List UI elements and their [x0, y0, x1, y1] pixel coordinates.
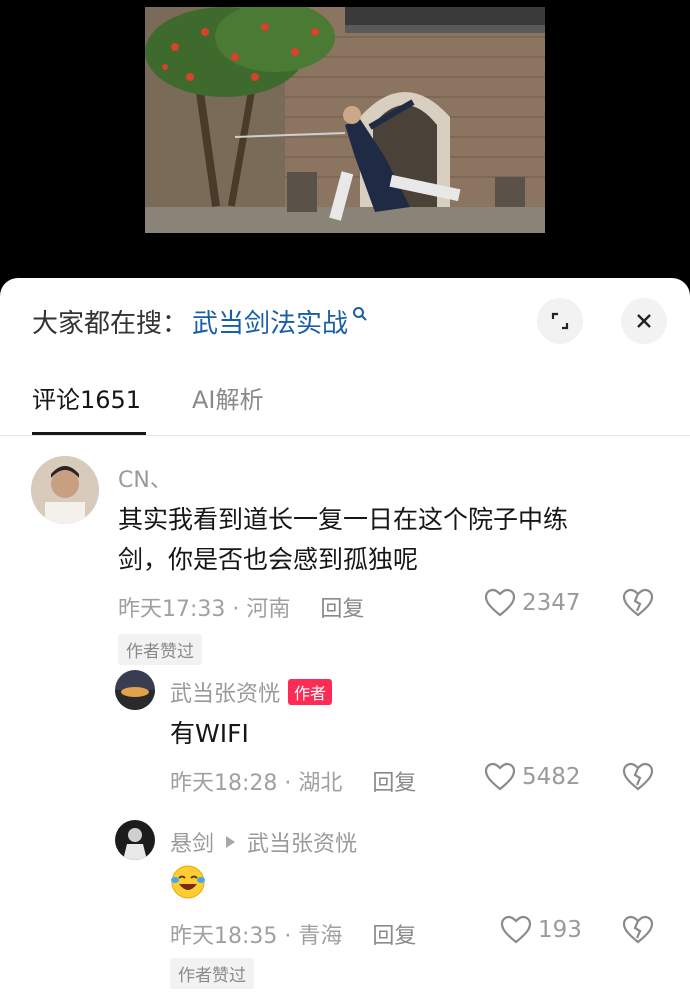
avatar-image: [115, 670, 155, 710]
like-button[interactable]: 2347: [484, 588, 581, 618]
expand-icon: [551, 312, 569, 330]
like-count: 193: [538, 917, 582, 943]
comment-tabs: 评论1651 AI解析: [0, 374, 690, 436]
avatar-image: [115, 820, 155, 860]
reply-arrow-icon: [226, 836, 236, 848]
broken-heart-icon: [622, 588, 654, 617]
comment-text-line: 剑，你是否也会感到孤独呢: [118, 545, 419, 574]
dislike-button[interactable]: [622, 915, 654, 949]
laughing-crying-emoji-icon: [171, 865, 205, 899]
comment-username[interactable]: 悬剑: [170, 826, 214, 858]
expand-button[interactable]: [537, 298, 583, 344]
reply-button[interactable]: 回复: [372, 765, 416, 797]
close-button[interactable]: [621, 298, 667, 344]
tab-comments[interactable]: 评论1651: [32, 380, 141, 415]
laughing-crying-emoji: [170, 864, 206, 904]
comment-time-location: 昨天18:35 · 青海: [170, 924, 343, 949]
reply-button[interactable]: 回复: [320, 591, 364, 623]
video-frame: [145, 7, 545, 233]
avatar[interactable]: [31, 456, 99, 524]
heart-icon: [500, 915, 532, 944]
comment-text: 有WIFI: [170, 719, 249, 748]
active-tab-indicator: [32, 432, 146, 435]
heart-icon: [484, 588, 516, 617]
author-liked-badge: 作者赞过: [170, 958, 254, 989]
comment-time-location: 昨天18:28 · 湖北: [170, 771, 343, 796]
reply-header: 武当张资恍 作者: [170, 676, 333, 708]
comment-meta: 昨天18:28 · 湖北 回复: [170, 765, 416, 797]
reply-header: 悬剑 武当张资恍: [170, 826, 357, 858]
comment-time-location: 昨天17:33 · 河南: [118, 597, 291, 622]
author-liked-badge: 作者赞过: [118, 634, 202, 665]
heart-icon: [484, 762, 516, 791]
author-tag-badge: 作者: [288, 679, 333, 705]
comment-username[interactable]: 武当张资恍: [170, 676, 280, 708]
like-count: 5482: [522, 764, 581, 790]
dislike-button[interactable]: [622, 588, 654, 622]
avatar[interactable]: [115, 820, 155, 860]
dislike-button[interactable]: [622, 762, 654, 796]
like-button[interactable]: 193: [500, 915, 582, 945]
tab-ai-analysis[interactable]: AI解析: [192, 380, 264, 415]
comment-meta: 昨天18:35 · 青海 回复: [170, 918, 416, 950]
broken-heart-icon: [622, 762, 654, 791]
search-prefix: 大家都在搜：: [32, 308, 189, 339]
reply-button[interactable]: 回复: [372, 918, 416, 950]
like-button[interactable]: 5482: [484, 762, 581, 792]
comment-sheet: 大家都在搜： 武当剑法实战 评论1651 AI解析 CN、 其实我看到道长一复一…: [0, 278, 690, 996]
search-icon: [353, 307, 367, 321]
search-term-link[interactable]: 武当剑法实战: [192, 303, 348, 340]
reply-to-username[interactable]: 武当张资恍: [247, 826, 357, 858]
video-scene-image: [145, 7, 545, 233]
broken-heart-icon: [622, 915, 654, 944]
video-player[interactable]: [0, 0, 690, 282]
avatar[interactable]: [115, 670, 155, 710]
like-count: 2347: [522, 590, 581, 616]
close-icon: [637, 314, 651, 328]
comment-username[interactable]: CN、: [118, 462, 172, 494]
comment-meta: 昨天17:33 · 河南 回复: [118, 591, 364, 623]
avatar-image: [31, 456, 99, 524]
comment-text-line: 其实我看到道长一复一日在这个院子中练: [118, 505, 569, 534]
search-suggestion[interactable]: 大家都在搜： 武当剑法实战: [32, 300, 368, 342]
